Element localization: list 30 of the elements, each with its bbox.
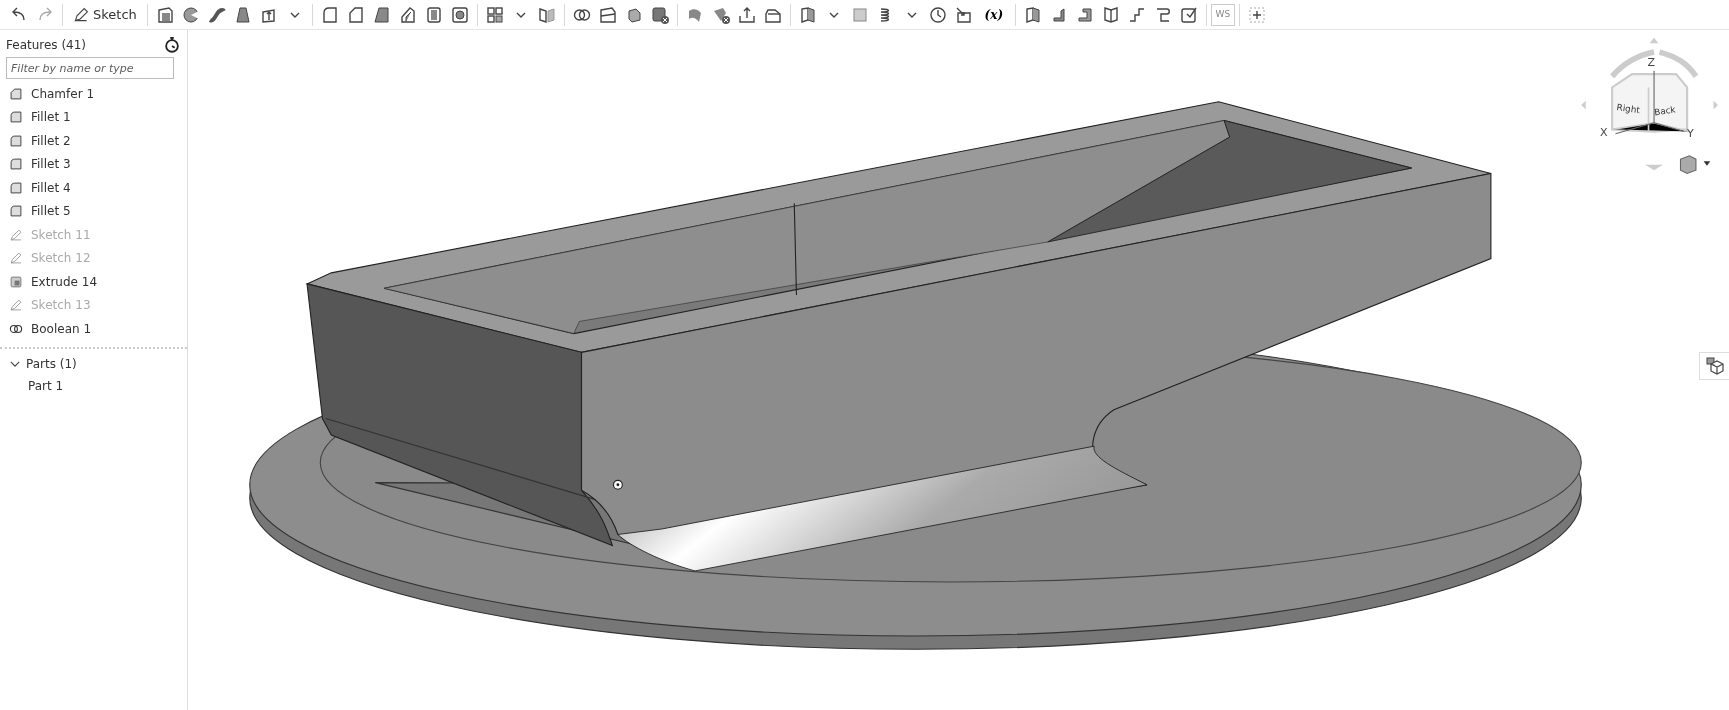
axis-label: Z: [1647, 56, 1655, 70]
pencil-icon: [9, 227, 23, 242]
feature-item[interactable]: Fillet 3: [0, 152, 181, 176]
feature-item[interactable]: Boolean 1: [0, 317, 181, 341]
cube-face-label[interactable]: Back: [1653, 104, 1677, 118]
sketch-button[interactable]: Sketch: [67, 2, 143, 27]
extrude-icon: [9, 274, 23, 289]
variable-button[interactable]: (x): [976, 1, 1011, 28]
part-item[interactable]: Part 1: [0, 376, 187, 396]
feature-item[interactable]: Fillet 2: [0, 129, 181, 153]
feature-item[interactable]: Extrude 14: [0, 270, 181, 294]
pencil-icon: [73, 6, 89, 23]
panel-title: Features (41): [6, 37, 87, 54]
workspace-button[interactable]: WS: [1210, 3, 1235, 26]
feature-item[interactable]: Fillet 4: [0, 176, 181, 200]
filter-field[interactable]: Filter by name or type: [6, 57, 174, 79]
axis-label: Y: [1687, 127, 1694, 141]
parts-toggle[interactable]: Parts (1): [0, 352, 187, 376]
view-cube-drawing[interactable]: [1581, 37, 1718, 171]
cube-view-icon[interactable]: [1679, 155, 1711, 175]
feature-item[interactable]: Fillet 5: [0, 199, 181, 223]
stopwatch-icon[interactable]: [163, 36, 181, 54]
pencil-icon: [9, 251, 23, 266]
pencil-icon: [9, 298, 23, 313]
feature-item[interactable]: Chamfer 1: [0, 82, 181, 106]
parts-cube-button[interactable]: [1699, 352, 1729, 380]
chamfer-icon: [9, 86, 23, 101]
cube-face-label[interactable]: Right: [1616, 102, 1641, 116]
feature-item[interactable]: Fillet 1: [0, 105, 181, 129]
axis-label: X: [1600, 125, 1608, 139]
